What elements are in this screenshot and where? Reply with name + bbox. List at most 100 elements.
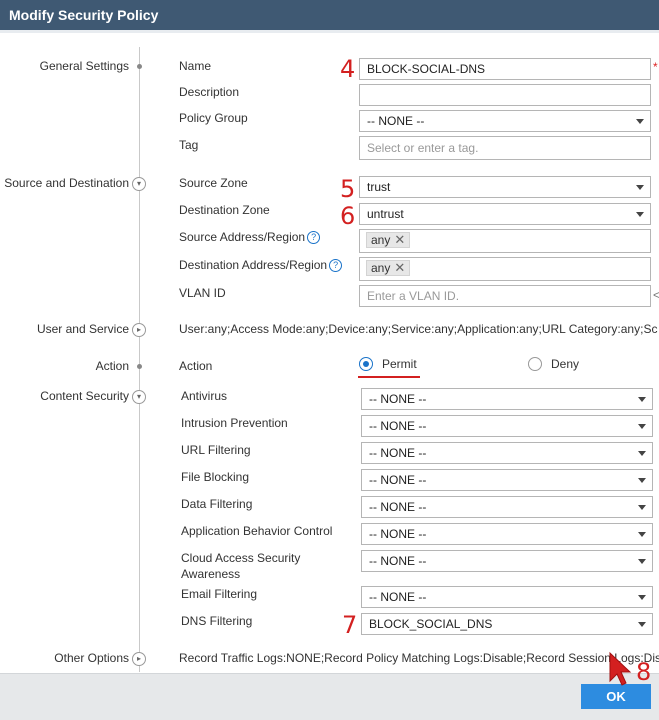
caret-down-icon (638, 595, 646, 600)
intrusion-prevention-label: Intrusion Prevention (181, 416, 288, 430)
deny-label: Deny (551, 357, 580, 371)
destination-zone-label: Destination Zone (179, 203, 270, 217)
source-zone-select[interactable]: trust (359, 176, 651, 198)
cloud-access-security-label: Cloud Access Security (181, 551, 301, 565)
radio-unchecked-icon (528, 357, 542, 371)
tag-input[interactable]: Select or enter a tag. (359, 136, 651, 160)
dns-filtering-select[interactable]: BLOCK_SOCIAL_DNS (361, 613, 653, 635)
annotation-step-6: 6 (340, 202, 356, 230)
caret-down-icon (636, 119, 644, 124)
file-blocking-value: -- NONE -- (369, 473, 427, 487)
antivirus-label: Antivirus (181, 389, 228, 403)
source-address-tag: any ✕ (366, 232, 411, 248)
section-toggle-chevron-down-icon[interactable]: ▾ (132, 390, 146, 404)
section-dot-icon (137, 364, 142, 369)
url-filtering-label: URL Filtering (181, 443, 251, 457)
help-question-icon[interactable]: ? (307, 231, 321, 244)
destination-address-field[interactable]: any ✕ (359, 257, 651, 281)
annotation-step-8: 8 (636, 658, 652, 686)
required-marker: * (653, 60, 658, 74)
dns-filtering-label: DNS Filtering (181, 614, 253, 628)
help-question-icon[interactable]: ? (329, 259, 343, 272)
source-address-field[interactable]: any ✕ (359, 229, 651, 253)
caret-down-icon (636, 212, 644, 217)
source-zone-label: Source Zone (179, 176, 248, 190)
dialog-title: Modify Security Policy (0, 0, 659, 30)
cloud-access-security-label-line2: Awareness (181, 567, 241, 581)
permit-radio[interactable]: Permit (359, 357, 417, 371)
destination-address-label-text: Destination Address/Region (179, 258, 328, 272)
caret-down-icon (638, 532, 646, 537)
email-filtering-value: -- NONE -- (369, 590, 427, 604)
section-user-service: User and Service (36, 322, 129, 336)
destination-zone-value: untrust (367, 207, 404, 221)
caret-down-icon (638, 505, 646, 510)
url-filtering-select[interactable]: -- NONE -- (361, 442, 653, 464)
caret-down-icon (638, 559, 646, 564)
antivirus-select[interactable]: -- NONE -- (361, 388, 653, 410)
section-source-destination: Source and Destination (4, 176, 129, 190)
section-other-options: Other Options (54, 651, 129, 665)
annotation-step-4: 4 (340, 55, 356, 83)
annotation-step-5: 5 (340, 175, 356, 203)
source-address-label: Source Address/Region? (179, 230, 321, 244)
section-toggle-chevron-right-icon[interactable]: ▸ (132, 652, 146, 666)
data-filtering-select[interactable]: -- NONE -- (361, 496, 653, 518)
dns-filtering-value: BLOCK_SOCIAL_DNS (369, 617, 493, 631)
application-behavior-control-select[interactable]: -- NONE -- (361, 523, 653, 545)
section-general-settings: General Settings (39, 59, 129, 73)
remove-tag-close-icon[interactable]: ✕ (394, 232, 405, 247)
tag-label: Tag (179, 138, 199, 152)
source-zone-value: trust (367, 180, 391, 194)
caret-down-icon (638, 424, 646, 429)
policy-group-value: -- NONE -- (367, 114, 425, 128)
section-toggle-chevron-right-icon[interactable]: ▸ (132, 323, 146, 337)
user-service-summary[interactable]: User:any;Access Mode:any;Device:any;Serv… (179, 322, 657, 336)
annotation-step-7: 7 (342, 611, 358, 639)
caret-down-icon (638, 622, 646, 627)
application-behavior-control-value: -- NONE -- (369, 527, 427, 541)
vlan-id-input[interactable]: Enter a VLAN ID. (359, 285, 651, 307)
red-arrow-cursor-icon (609, 651, 632, 686)
destination-zone-select[interactable]: untrust (359, 203, 651, 225)
description-input[interactable] (359, 84, 651, 106)
source-address-tag-text: any (371, 233, 391, 247)
antivirus-value: -- NONE -- (369, 392, 427, 406)
section-action: Action (95, 359, 129, 373)
email-filtering-label: Email Filtering (181, 587, 258, 601)
name-input[interactable]: BLOCK-SOCIAL-DNS (359, 58, 651, 80)
remove-tag-close-icon[interactable]: ✕ (394, 260, 405, 275)
data-filtering-value: -- NONE -- (369, 500, 427, 514)
policy-group-label: Policy Group (179, 111, 248, 125)
permit-label: Permit (382, 357, 417, 371)
email-filtering-select[interactable]: -- NONE -- (361, 586, 653, 608)
file-blocking-label: File Blocking (181, 470, 250, 484)
ok-button[interactable]: OK (581, 684, 651, 709)
file-blocking-select[interactable]: -- NONE -- (361, 469, 653, 491)
deny-radio[interactable]: Deny (528, 357, 579, 371)
other-options-summary[interactable]: Record Traffic Logs:NONE;Record Policy M… (179, 651, 659, 665)
application-behavior-control-label: Application Behavior Control (181, 524, 333, 538)
policy-group-select[interactable]: -- NONE -- (359, 110, 651, 132)
overflow-indicator: < (653, 288, 659, 302)
dialog-footer (0, 673, 659, 720)
caret-down-icon (638, 478, 646, 483)
action-label: Action (179, 359, 213, 373)
section-content-security: Content Security (40, 389, 129, 403)
radio-checked-icon (359, 357, 373, 371)
source-address-label-text: Source Address/Region (179, 230, 306, 244)
data-filtering-label: Data Filtering (181, 497, 253, 511)
destination-address-tag: any ✕ (366, 260, 411, 276)
caret-down-icon (636, 185, 644, 190)
caret-down-icon (638, 397, 646, 402)
intrusion-prevention-value: -- NONE -- (369, 419, 427, 433)
intrusion-prevention-select[interactable]: -- NONE -- (361, 415, 653, 437)
annotation-underline (358, 376, 420, 378)
section-toggle-chevron-down-icon[interactable]: ▾ (132, 177, 146, 191)
cloud-access-security-select[interactable]: -- NONE -- (361, 550, 653, 572)
description-label: Description (179, 85, 240, 99)
destination-address-tag-text: any (371, 261, 391, 275)
title-divider (0, 30, 659, 33)
destination-address-label: Destination Address/Region? (179, 258, 343, 272)
caret-down-icon (638, 451, 646, 456)
